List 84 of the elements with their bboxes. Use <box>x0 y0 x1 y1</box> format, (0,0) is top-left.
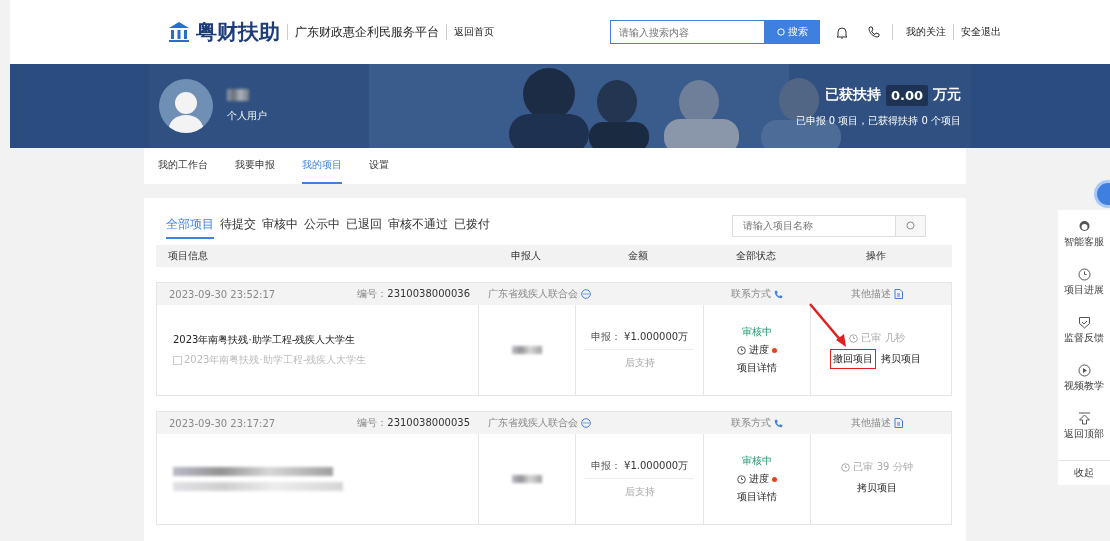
progress-link[interactable]: 进度 <box>749 343 769 357</box>
contact-label: 联系方式 <box>730 287 771 301</box>
document-icon[interactable] <box>893 418 903 428</box>
filter-tab[interactable]: 审核不通过 <box>388 212 448 239</box>
other-description: 其他描述 <box>850 287 891 301</box>
submit-time: 2023-09-30 23:52:17 <box>168 288 277 300</box>
notification-dot <box>772 476 777 482</box>
review-status: 审核中 <box>742 325 772 339</box>
project-number: 编号：2310038000035 <box>357 416 471 430</box>
action-link[interactable]: 拷贝项目 <box>854 478 900 498</box>
column-header: 操作 <box>865 249 886 263</box>
side-tool[interactable]: 返回顶部 <box>1064 412 1104 460</box>
detail-link[interactable]: 项目详情 <box>737 490 777 504</box>
nav-tab[interactable]: 我的项目 <box>302 148 342 184</box>
blurred-name <box>227 89 249 101</box>
support-label: 已获扶持 <box>824 86 881 104</box>
bell-icon[interactable] <box>836 25 848 39</box>
support-summary: 已申报 0 项目，已获得扶持 0 个项目 <box>795 113 961 128</box>
header-link[interactable]: 安全退出 <box>961 25 1001 39</box>
play-icon <box>1077 364 1091 377</box>
header-link[interactable]: 我的关注 <box>906 25 946 39</box>
search-icon <box>777 28 785 36</box>
phone-icon[interactable] <box>868 26 880 38</box>
notification-dot <box>772 347 777 353</box>
review-elapsed: 已审 39 分钟 <box>853 460 913 474</box>
clock-icon <box>737 345 746 355</box>
declared-amount: 申报： ¥1.000000万 <box>584 330 695 350</box>
user-type: 个人用户 <box>227 109 267 123</box>
annotation-arrow <box>808 302 848 348</box>
action-link[interactable]: 撤回项目 <box>830 349 876 369</box>
clock-icon <box>1077 268 1091 281</box>
clock-icon <box>849 333 859 343</box>
side-tool[interactable]: 项目进展 <box>1064 268 1104 316</box>
other-description: 其他描述 <box>850 416 891 430</box>
column-header: 申报人 <box>510 249 541 263</box>
filter-tab[interactable]: 全部项目 <box>166 212 214 239</box>
filter-tab[interactable]: 待提交 <box>220 212 256 239</box>
logo-icon <box>168 21 190 43</box>
collapse-button[interactable]: 收起 <box>1058 460 1110 485</box>
nav-tab[interactable]: 我的工作台 <box>158 148 208 184</box>
up-arrow-icon <box>1077 412 1091 425</box>
filter-tab[interactable]: 已退回 <box>346 212 382 239</box>
copy-icon <box>173 355 182 365</box>
project-search-field[interactable]: 请输入项目名称 <box>732 214 896 237</box>
home-link[interactable]: 返回首页 <box>454 25 494 39</box>
review-elapsed: 已审 几秒 <box>861 331 905 345</box>
after-support: 后支持 <box>624 356 655 370</box>
logo-text: 粤财扶助 <box>196 19 280 46</box>
progress-link[interactable]: 进度 <box>749 472 769 486</box>
side-tool[interactable]: 视频教学 <box>1064 364 1104 412</box>
column-header: 项目信息 <box>167 249 208 263</box>
search-field[interactable]: 请输入搜索内容 <box>610 20 765 44</box>
contact-label: 联系方式 <box>730 416 771 430</box>
project-title: 2023年南粤扶残·助学工程-残疾人大学生 <box>173 333 356 347</box>
detail-link[interactable]: 项目详情 <box>737 361 777 375</box>
nav-tab[interactable]: 设置 <box>369 148 389 184</box>
review-status: 审核中 <box>742 454 772 468</box>
support-unit: 万元 <box>933 86 961 104</box>
shield-icon <box>1077 316 1091 329</box>
submit-time: 2023-09-30 23:17:27 <box>168 417 277 429</box>
search-button[interactable] <box>896 214 926 237</box>
organization: 广东省残疾人联合会 <box>488 287 578 301</box>
filter-tab[interactable]: 公示中 <box>304 212 340 239</box>
filter-tab[interactable]: 已拨付 <box>454 212 490 239</box>
project-subtitle: 2023年南粤扶残·助学工程-残疾人大学生 <box>184 353 367 367</box>
clock-icon <box>737 474 746 484</box>
document-icon[interactable] <box>893 289 903 299</box>
filter-tab[interactable]: 审核中 <box>262 212 298 239</box>
blurred-applicant <box>512 475 542 483</box>
after-support: 后支持 <box>624 485 655 499</box>
side-tool[interactable]: 监督反馈 <box>1064 316 1104 364</box>
column-header: 金额 <box>628 249 648 263</box>
clock-icon <box>841 462 851 472</box>
project-number: 编号：2310038000036 <box>357 287 471 301</box>
search-icon <box>906 221 915 230</box>
column-header: 全部状态 <box>735 249 776 263</box>
platform-name: 广东财政惠企利民服务平台 <box>295 23 439 41</box>
declared-amount: 申报： ¥1.000000万 <box>584 459 695 479</box>
blurred-applicant <box>512 346 542 354</box>
search-button[interactable]: 搜索 <box>765 20 820 44</box>
nav-tab[interactable]: 我要申报 <box>235 148 275 184</box>
action-link[interactable]: 拷贝项目 <box>878 349 924 369</box>
organization: 广东省残疾人联合会 <box>488 416 578 430</box>
side-tool[interactable]: 智能客服 <box>1064 220 1104 268</box>
